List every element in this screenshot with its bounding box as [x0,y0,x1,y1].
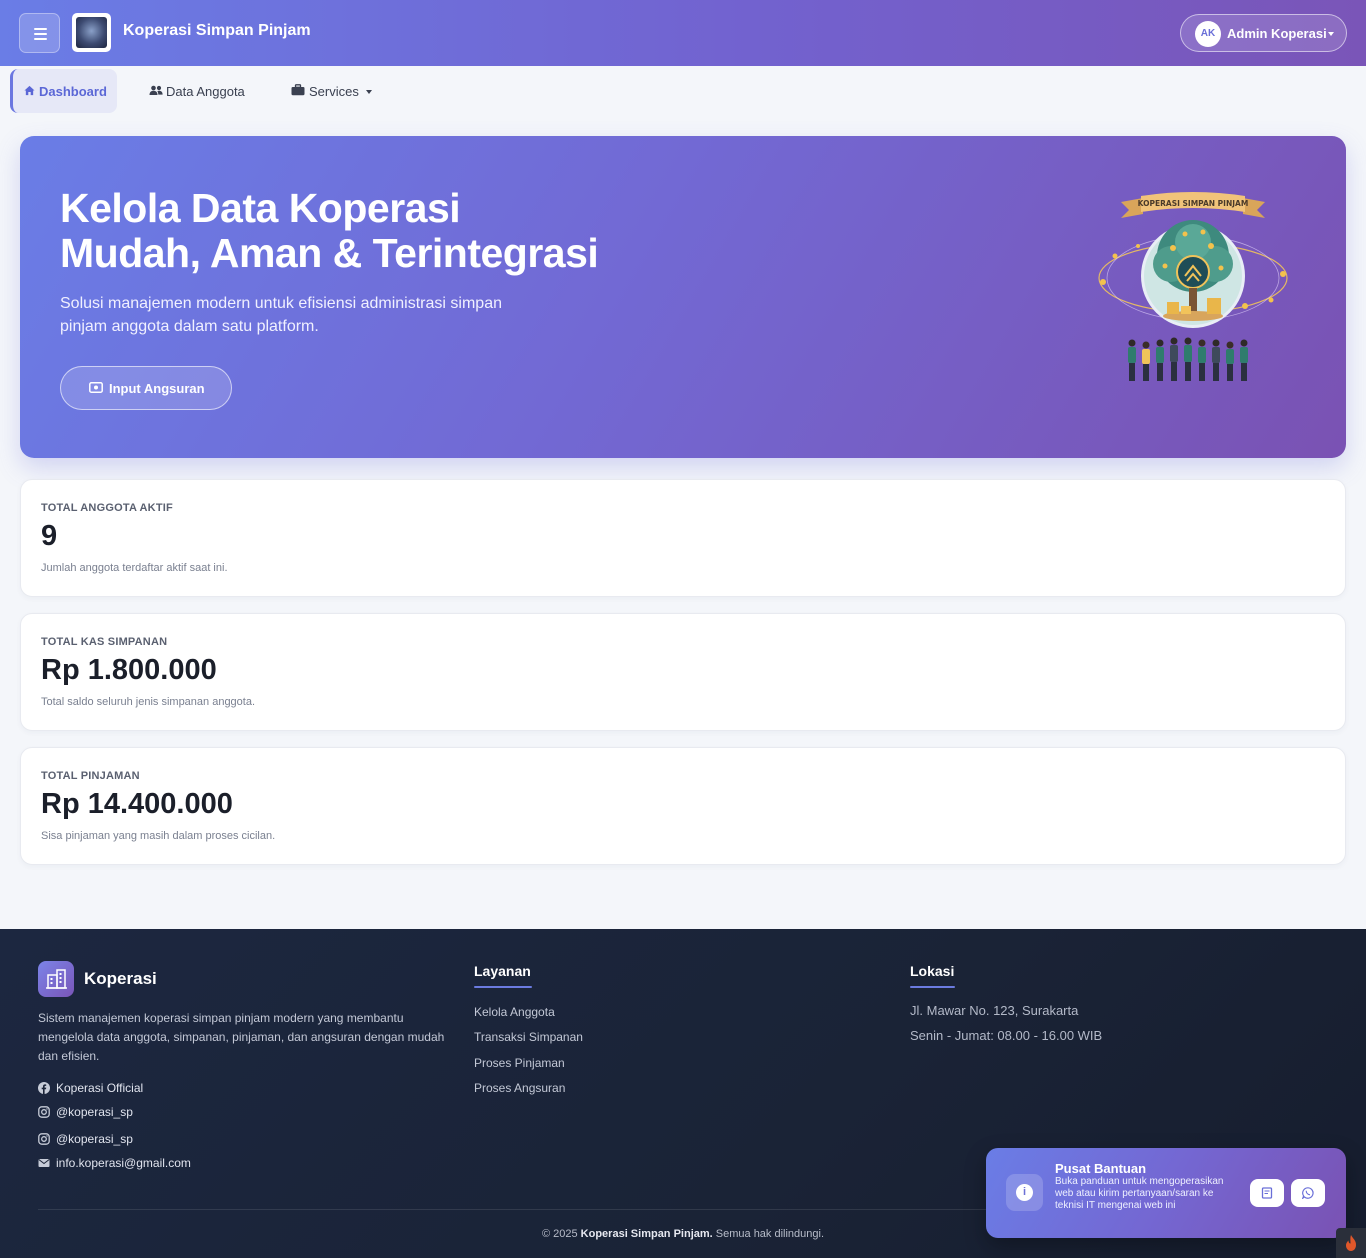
tab-dashboard-label: Dashboard [39,84,107,99]
footer-link-proses-pinjaman[interactable]: Proses Pinjaman [474,1056,565,1070]
stat-value: 9 [41,520,58,552]
chevron-down-icon [1328,32,1334,36]
stat-description: Total saldo seluruh jenis simpanan anggo… [41,696,256,708]
book-icon [1261,1187,1273,1199]
home-icon [24,85,35,96]
stat-card-total-anggota: TOTAL ANGGOTA AKTIF 9 Jumlah anggota ter… [20,479,1346,597]
help-guide-button[interactable] [1250,1179,1284,1207]
menu-icon-bar [34,38,47,40]
stat-value: Rp 1.800.000 [41,654,217,686]
services-label: Services [309,84,359,99]
flame-icon[interactable] [1336,1228,1366,1258]
menu-icon-bar [34,33,47,35]
info-icon: i [1006,1174,1043,1211]
footer-address: Jl. Mawar No. 123, Surakarta [910,1003,1079,1018]
facebook-icon [38,1082,50,1094]
email-label: info.koperasi@gmail.com [56,1156,191,1170]
hero-subtitle: Solusi manajemen modern untuk efisiensi … [60,295,502,335]
stat-card-total-kas-simpanan: TOTAL KAS SIMPANAN Rp 1.800.000 Total sa… [20,613,1346,731]
app-title: Koperasi Simpan Pinjam [123,22,311,39]
cooperative-illustration: KOPERASI SIMPAN PINJAM [1098,192,1288,381]
footer-link-kelola-anggota[interactable]: Kelola Anggota [474,1005,555,1019]
instagram-label: @koperasi_sp [56,1105,133,1119]
help-title: Pusat Bantuan [1055,1161,1147,1176]
facebook-label: Koperasi Official [56,1081,144,1095]
footer-location-title: Lokasi [910,963,955,979]
instagram-icon [38,1133,50,1145]
divider [474,986,532,988]
top-navbar: Koperasi Simpan Pinjam AK Admin Koperasi [0,0,1366,66]
footer-link-transaksi-simpanan[interactable]: Transaksi Simpanan [474,1030,583,1044]
footer-hours: Senin - Jumat: 08.00 - 16.00 WIB [910,1028,1103,1043]
building-icon [38,961,74,997]
svg-text:KOPERASI SIMPAN PINJAM: KOPERASI SIMPAN PINJAM [1138,199,1249,208]
stat-description: Sisa pinjaman yang masih dalam proses ci… [41,830,276,842]
hero-title: Kelola Data Koperasi Mudah, Aman & Terin… [60,185,599,276]
footer-link-proses-angsuran[interactable]: Proses Angsuran [474,1081,565,1095]
stat-card-total-pinjaman: TOTAL PINJAMAN Rp 14.400.000 Sisa pinjam… [20,747,1346,865]
briefcase-icon [291,84,305,96]
stat-label: TOTAL KAS SIMPANAN [41,636,168,648]
users-icon [149,85,163,95]
avatar: AK [1195,21,1221,47]
input-angsuran-button[interactable]: Input Angsuran [60,366,232,410]
stat-label: TOTAL PINJAMAN [41,770,140,782]
footer-services-title: Layanan [474,963,531,979]
envelope-icon [38,1159,50,1167]
input-angsuran-label: Input Angsuran [109,381,205,396]
footer-brand: Koperasi [84,969,157,988]
hamburger-menu-button[interactable] [19,13,60,53]
hero-title-line2: Mudah, Aman & Terintegrasi [60,230,599,276]
services-dropdown[interactable]: Services [282,69,382,113]
footer-about: Sistem manajemen koperasi simpan pinjam … [38,1011,445,1063]
chevron-down-icon [366,90,372,94]
menu-icon [34,28,47,30]
help-center-widget: i Pusat Bantuan Buka panduan untuk mengo… [986,1148,1346,1238]
tab-data-anggota[interactable]: Data Anggota [140,69,260,113]
user-name: Admin Koperasi [1227,26,1327,41]
help-text: Buka panduan untuk mengoperasikan web at… [1055,1176,1224,1211]
instagram-label: @koperasi_sp [56,1132,133,1146]
tab-data-anggota-label: Data Anggota [166,84,245,99]
instagram-icon [38,1106,50,1118]
money-icon [89,382,103,393]
app-logo[interactable] [72,13,111,52]
whatsapp-button[interactable] [1291,1179,1325,1207]
tab-dashboard[interactable]: Dashboard [10,69,117,113]
stat-description: Jumlah anggota terdaftar aktif saat ini. [41,562,228,574]
stat-value: Rp 14.400.000 [41,788,233,820]
divider [910,986,955,988]
user-menu-dropdown[interactable]: AK Admin Koperasi [1180,14,1347,52]
stat-label: TOTAL ANGGOTA AKTIF [41,502,173,514]
hero-banner: Kelola Data Koperasi Mudah, Aman & Terin… [20,136,1346,458]
hero-title-line1: Kelola Data Koperasi [60,185,461,231]
whatsapp-icon [1302,1187,1314,1199]
